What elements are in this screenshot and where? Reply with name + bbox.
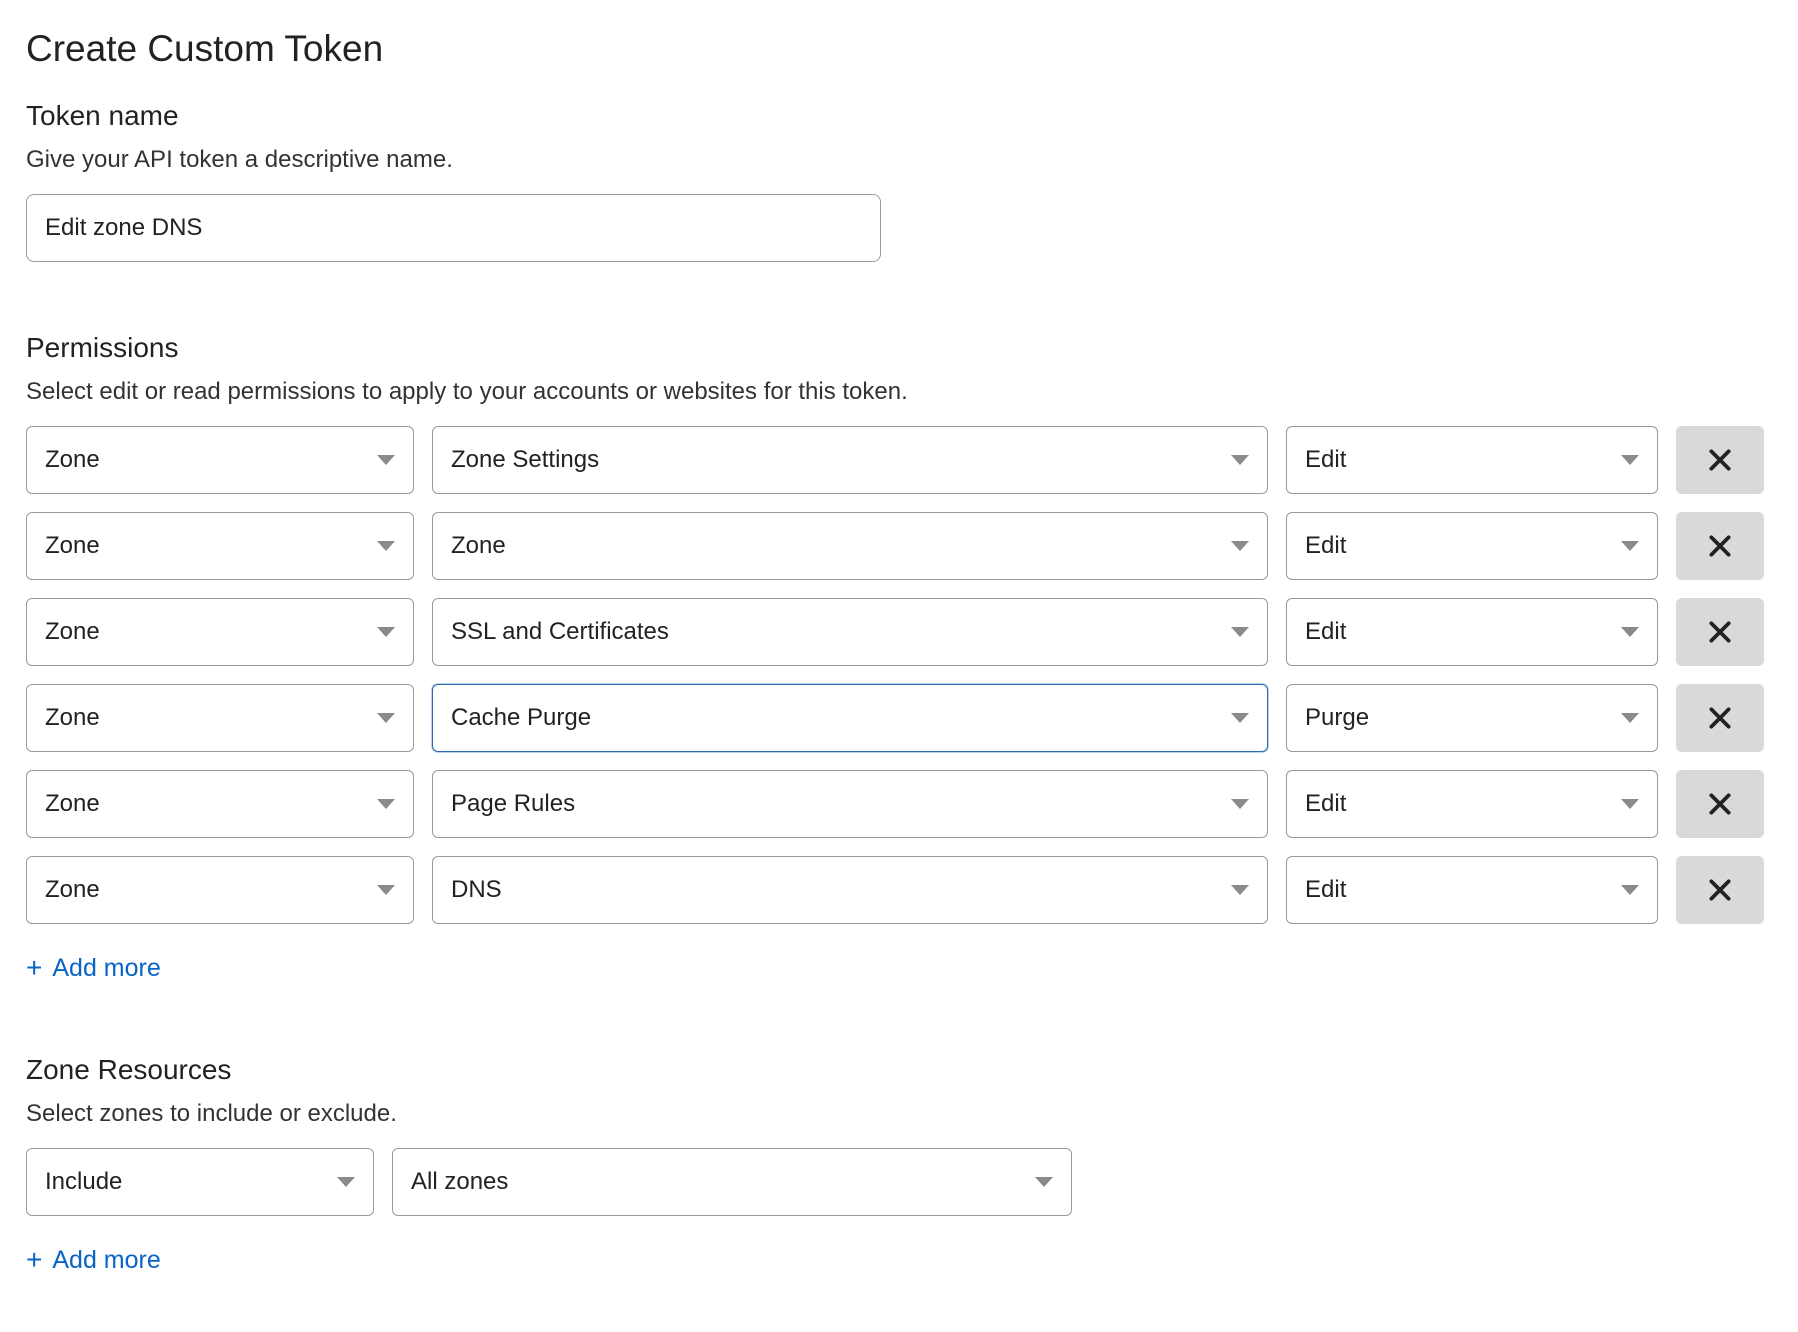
- permission-action-select-value: Purge: [1305, 704, 1369, 732]
- permission-action-select[interactable]: Edit: [1286, 512, 1658, 580]
- permission-resource-select-value: Zone: [451, 532, 506, 560]
- remove-row-button[interactable]: [1676, 512, 1764, 580]
- permission-row: Zone DNS Edit: [26, 856, 1772, 924]
- chevron-down-icon: [377, 713, 395, 723]
- remove-row-button[interactable]: [1676, 426, 1764, 494]
- permission-scope-select[interactable]: Zone: [26, 598, 414, 666]
- permission-action-select-value: Edit: [1305, 876, 1346, 904]
- token-name-section: Token name Give your API token a descrip…: [26, 100, 1772, 262]
- permissions-section: Permissions Select edit or read permissi…: [26, 332, 1772, 984]
- permission-scope-select-value: Zone: [45, 532, 100, 560]
- permission-resource-select[interactable]: Cache Purge: [432, 684, 1268, 752]
- permission-scope-select[interactable]: Zone: [26, 770, 414, 838]
- close-icon: [1707, 791, 1733, 817]
- chevron-down-icon: [1035, 1177, 1053, 1187]
- permission-resource-select-value: Zone Settings: [451, 446, 599, 474]
- chevron-down-icon: [1231, 455, 1249, 465]
- close-icon: [1707, 619, 1733, 645]
- page-title: Create Custom Token: [26, 28, 1772, 70]
- permission-row: Zone Page Rules Edit: [26, 770, 1772, 838]
- permissions-add-more-label: Add more: [52, 954, 160, 983]
- chevron-down-icon: [1621, 885, 1639, 895]
- permission-action-select[interactable]: Edit: [1286, 770, 1658, 838]
- permission-scope-select-value: Zone: [45, 790, 100, 818]
- close-icon: [1707, 533, 1733, 559]
- zone-resource-row: Include All zones: [26, 1148, 1772, 1216]
- chevron-down-icon: [1621, 799, 1639, 809]
- chevron-down-icon: [1621, 627, 1639, 637]
- permission-resource-select[interactable]: Zone: [432, 512, 1268, 580]
- close-icon: [1707, 705, 1733, 731]
- chevron-down-icon: [377, 455, 395, 465]
- token-name-input[interactable]: [26, 194, 881, 262]
- permission-resource-select-value: DNS: [451, 876, 502, 904]
- permission-action-select[interactable]: Purge: [1286, 684, 1658, 752]
- permissions-heading: Permissions: [26, 332, 1772, 364]
- permissions-add-more-button[interactable]: + Add more: [26, 952, 161, 984]
- chevron-down-icon: [1231, 885, 1249, 895]
- permission-action-select-value: Edit: [1305, 446, 1346, 474]
- permission-row: Zone SSL and Certificates Edit: [26, 598, 1772, 666]
- permission-action-select-value: Edit: [1305, 790, 1346, 818]
- permission-row: Zone Zone Settings Edit: [26, 426, 1772, 494]
- zone-resources-add-more-button[interactable]: + Add more: [26, 1244, 161, 1276]
- chevron-down-icon: [337, 1177, 355, 1187]
- chevron-down-icon: [377, 885, 395, 895]
- chevron-down-icon: [377, 799, 395, 809]
- chevron-down-icon: [377, 627, 395, 637]
- remove-row-button[interactable]: [1676, 598, 1764, 666]
- permission-scope-select[interactable]: Zone: [26, 684, 414, 752]
- remove-row-button[interactable]: [1676, 684, 1764, 752]
- chevron-down-icon: [1621, 541, 1639, 551]
- permission-action-select-value: Edit: [1305, 618, 1346, 646]
- remove-row-button[interactable]: [1676, 856, 1764, 924]
- token-name-label: Token name: [26, 100, 1772, 132]
- zone-resources-add-more-label: Add more: [52, 1246, 160, 1275]
- permission-scope-select-value: Zone: [45, 446, 100, 474]
- close-icon: [1707, 877, 1733, 903]
- permission-resource-select[interactable]: SSL and Certificates: [432, 598, 1268, 666]
- zone-mode-select-value: Include: [45, 1168, 122, 1196]
- permission-scope-select[interactable]: Zone: [26, 856, 414, 924]
- chevron-down-icon: [1231, 713, 1249, 723]
- plus-icon: +: [26, 1244, 42, 1276]
- chevron-down-icon: [1231, 627, 1249, 637]
- chevron-down-icon: [1621, 455, 1639, 465]
- permissions-help: Select edit or read permissions to apply…: [26, 378, 1772, 406]
- permission-scope-select-value: Zone: [45, 618, 100, 646]
- chevron-down-icon: [377, 541, 395, 551]
- permission-row: Zone Cache Purge Purge: [26, 684, 1772, 752]
- chevron-down-icon: [1621, 713, 1639, 723]
- close-icon: [1707, 447, 1733, 473]
- permission-action-select[interactable]: Edit: [1286, 598, 1658, 666]
- remove-row-button[interactable]: [1676, 770, 1764, 838]
- permission-row: Zone Zone Edit: [26, 512, 1772, 580]
- chevron-down-icon: [1231, 541, 1249, 551]
- permission-action-select[interactable]: Edit: [1286, 426, 1658, 494]
- zone-scope-select-value: All zones: [411, 1168, 508, 1196]
- permission-scope-select[interactable]: Zone: [26, 512, 414, 580]
- permission-scope-select-value: Zone: [45, 876, 100, 904]
- permission-resource-select-value: Cache Purge: [451, 704, 591, 732]
- zone-resources-help: Select zones to include or exclude.: [26, 1100, 1772, 1128]
- token-name-help: Give your API token a descriptive name.: [26, 146, 1772, 174]
- permission-scope-select[interactable]: Zone: [26, 426, 414, 494]
- permission-resource-select-value: SSL and Certificates: [451, 618, 669, 646]
- zone-resources-section: Zone Resources Select zones to include o…: [26, 1054, 1772, 1276]
- permission-scope-select-value: Zone: [45, 704, 100, 732]
- permission-resource-select[interactable]: Zone Settings: [432, 426, 1268, 494]
- permission-action-select[interactable]: Edit: [1286, 856, 1658, 924]
- zone-mode-select[interactable]: Include: [26, 1148, 374, 1216]
- permission-resource-select[interactable]: Page Rules: [432, 770, 1268, 838]
- zone-scope-select[interactable]: All zones: [392, 1148, 1072, 1216]
- plus-icon: +: [26, 952, 42, 984]
- permission-action-select-value: Edit: [1305, 532, 1346, 560]
- zone-resources-heading: Zone Resources: [26, 1054, 1772, 1086]
- chevron-down-icon: [1231, 799, 1249, 809]
- permission-resource-select[interactable]: DNS: [432, 856, 1268, 924]
- permission-resource-select-value: Page Rules: [451, 790, 575, 818]
